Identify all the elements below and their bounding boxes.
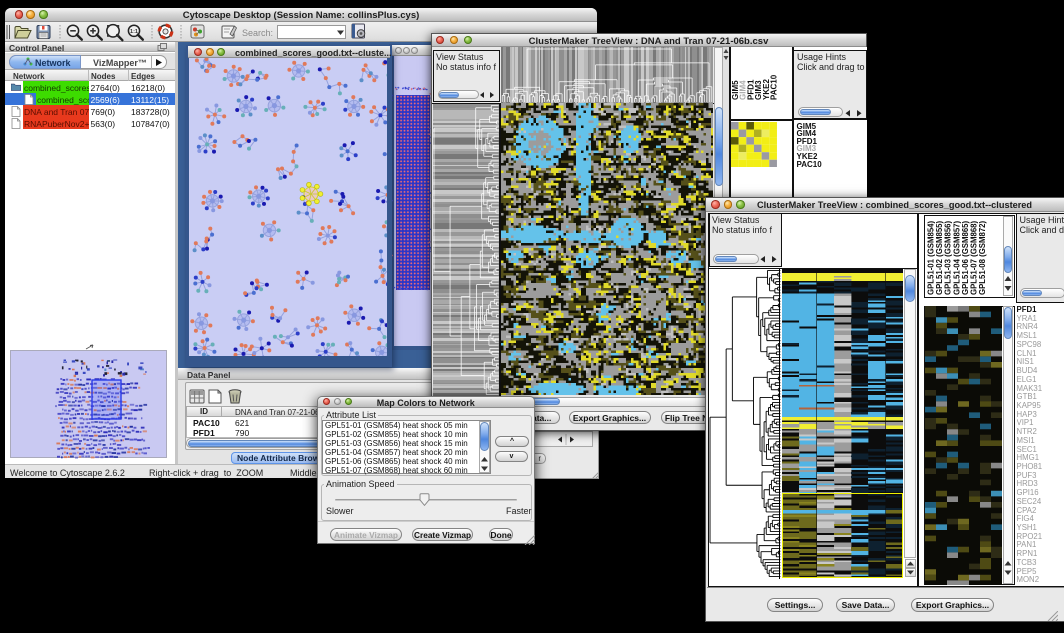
svg-text:1:1: 1:1 <box>130 29 138 35</box>
svg-text:PAC10: PAC10 <box>769 74 778 100</box>
svg-text:GPL51-08 (GSM872): GPL51-08 (GSM872) <box>978 220 987 295</box>
